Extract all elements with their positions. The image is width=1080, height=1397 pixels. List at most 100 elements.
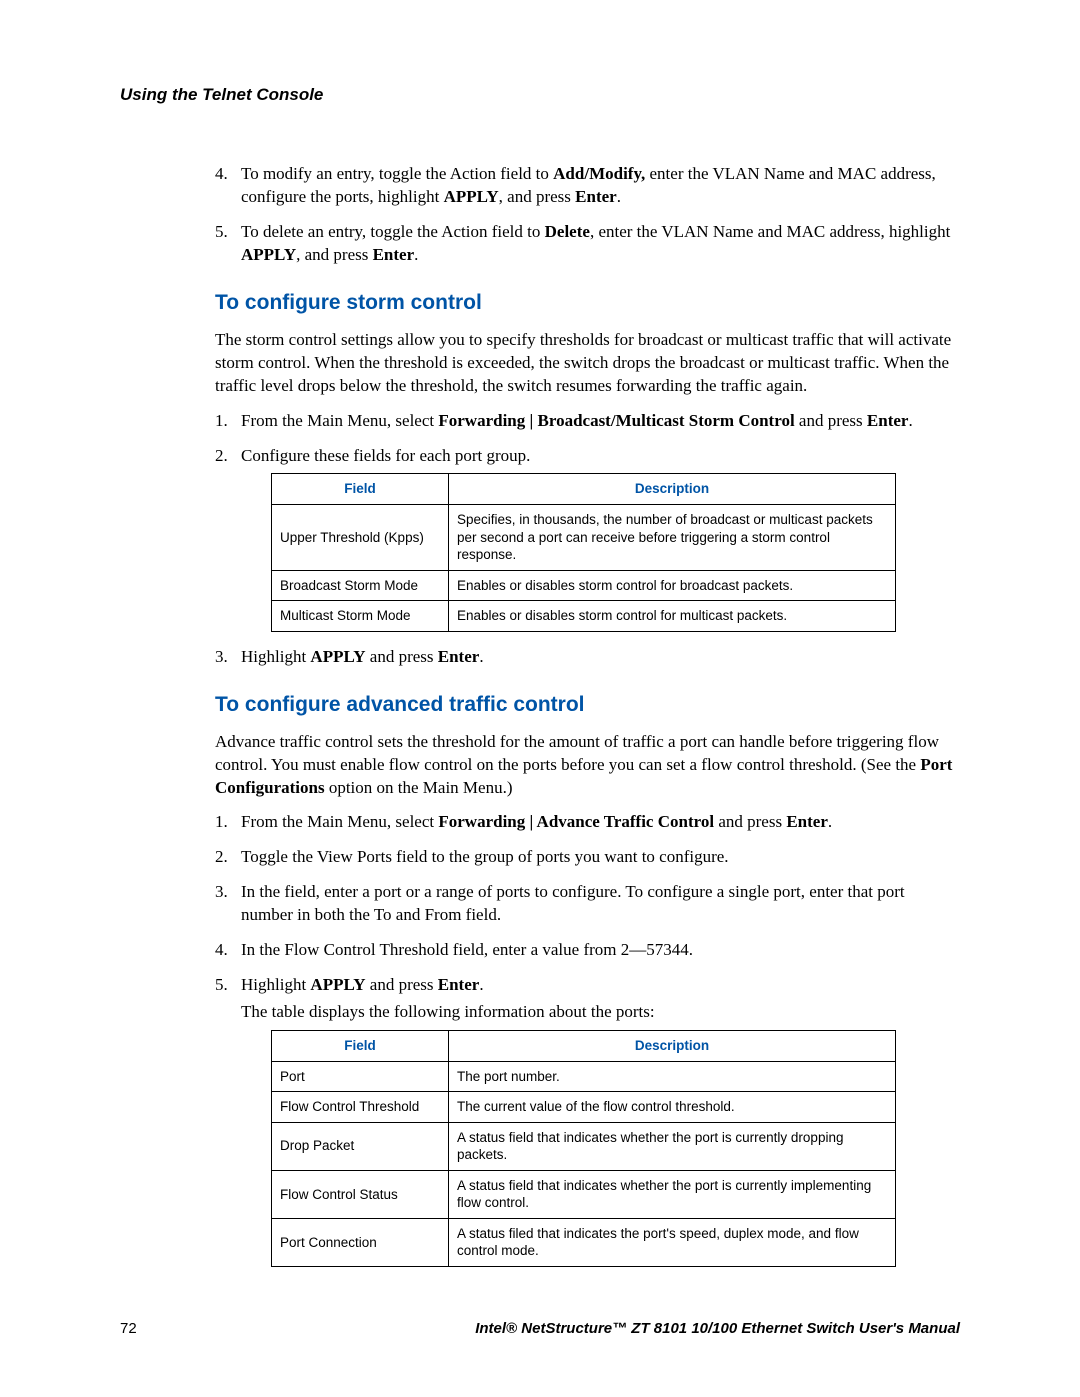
bold: Forwarding | Broadcast/Multicast Storm C… [438, 411, 794, 430]
list-marker: 3. [215, 646, 228, 669]
list-marker: 1. [215, 410, 228, 433]
adv-fields-table: Field Description Port The port number. … [271, 1030, 896, 1267]
page-number: 72 [120, 1320, 137, 1337]
text: and press [366, 647, 438, 666]
list-item: 5. To delete an entry, toggle the Action… [215, 221, 960, 267]
text: Toggle the View Ports field to the group… [241, 847, 729, 866]
list-item: 5. Highlight APPLY and press Enter. The … [215, 974, 960, 1267]
list-item: 4. In the Flow Control Threshold field, … [215, 939, 960, 962]
list-marker: 5. [215, 974, 228, 997]
text: . [479, 647, 483, 666]
table-row: Multicast Storm Mode Enables or disables… [272, 601, 896, 632]
text: and press [714, 812, 786, 831]
text: From the Main Menu, select [241, 812, 438, 831]
page-footer: 72 Intel® NetStructure™ ZT 8101 10/100 E… [120, 1320, 960, 1337]
text: . [479, 975, 483, 994]
list-item: 3. In the field, enter a port or a range… [215, 881, 960, 927]
list-marker: 4. [215, 163, 228, 186]
bold: Enter [867, 411, 909, 430]
list-marker: 1. [215, 811, 228, 834]
text: , and press [499, 187, 575, 206]
bold: Enter [575, 187, 617, 206]
bold: APPLY [310, 975, 365, 994]
table-header-row: Field Description [272, 1031, 896, 1062]
cell-field: Broadcast Storm Mode [272, 570, 449, 601]
heading-advanced-traffic: To configure advanced traffic control [215, 693, 960, 717]
bold: APPLY [444, 187, 499, 206]
table-row: Upper Threshold (Kpps) Specifies, in tho… [272, 504, 896, 570]
bold: Enter [438, 975, 480, 994]
table-row: Drop Packet A status field that indicate… [272, 1122, 896, 1170]
cell-desc: Enables or disables storm control for mu… [449, 601, 896, 632]
list-item: 1. From the Main Menu, select Forwarding… [215, 811, 960, 834]
step-note: The table displays the following informa… [241, 1001, 960, 1024]
heading-storm-control: To configure storm control [215, 291, 960, 315]
list-marker: 2. [215, 445, 228, 468]
list-item: 1. From the Main Menu, select Forwarding… [215, 410, 960, 433]
cell-field: Port Connection [272, 1218, 449, 1266]
cell-desc: A status field that indicates whether th… [449, 1170, 896, 1218]
bold: Add/Modify, [553, 164, 645, 183]
list-item: 2. Toggle the View Ports field to the gr… [215, 846, 960, 869]
bold: Delete [545, 222, 590, 241]
text: and press [795, 411, 867, 430]
text: Highlight [241, 975, 310, 994]
text: To delete an entry, toggle the Action fi… [241, 222, 545, 241]
paragraph: Advance traffic control sets the thresho… [215, 731, 960, 800]
storm-steps: 1. From the Main Menu, select Forwarding… [215, 410, 960, 669]
text: , and press [296, 245, 372, 264]
cell-desc: Specifies, in thousands, the number of b… [449, 504, 896, 570]
list-item: 4. To modify an entry, toggle the Action… [215, 163, 960, 209]
cell-desc: A status field that indicates whether th… [449, 1122, 896, 1170]
text: From the Main Menu, select [241, 411, 438, 430]
list-marker: 5. [215, 221, 228, 244]
text: In the field, enter a port or a range of… [241, 882, 905, 924]
storm-fields-table: Field Description Upper Threshold (Kpps)… [271, 473, 896, 631]
running-head: Using the Telnet Console [120, 85, 960, 105]
cell-desc: The port number. [449, 1061, 896, 1092]
text: . [908, 411, 912, 430]
table-row: Flow Control Threshold The current value… [272, 1092, 896, 1123]
cell-desc: Enables or disables storm control for br… [449, 570, 896, 601]
cell-field: Drop Packet [272, 1122, 449, 1170]
col-header-description: Description [449, 474, 896, 505]
list-marker: 4. [215, 939, 228, 962]
page: Using the Telnet Console 4. To modify an… [0, 0, 1080, 1397]
table-row: Port Connection A status filed that indi… [272, 1218, 896, 1266]
list-item: 2. Configure these fields for each port … [215, 445, 960, 632]
text: option on the Main Menu.) [325, 778, 513, 797]
bold: Enter [373, 245, 415, 264]
text: To modify an entry, toggle the Action fi… [241, 164, 553, 183]
footer-title: Intel® NetStructure™ ZT 8101 10/100 Ethe… [475, 1320, 960, 1337]
cell-field: Multicast Storm Mode [272, 601, 449, 632]
col-header-field: Field [272, 474, 449, 505]
bold: Enter [438, 647, 480, 666]
paragraph: The storm control settings allow you to … [215, 329, 960, 398]
col-header-description: Description [449, 1031, 896, 1062]
bold: Enter [786, 812, 828, 831]
cell-field: Flow Control Status [272, 1170, 449, 1218]
text: Highlight [241, 647, 310, 666]
bold: APPLY [310, 647, 365, 666]
table-row: Broadcast Storm Mode Enables or disables… [272, 570, 896, 601]
text: , enter the VLAN Name and MAC address, h… [590, 222, 950, 241]
bold: APPLY [241, 245, 296, 264]
cell-desc: A status filed that indicates the port's… [449, 1218, 896, 1266]
adv-steps: 1. From the Main Menu, select Forwarding… [215, 811, 960, 1266]
text: . [414, 245, 418, 264]
list-marker: 2. [215, 846, 228, 869]
cell-field: Upper Threshold (Kpps) [272, 504, 449, 570]
text: . [617, 187, 621, 206]
text: In the Flow Control Threshold field, ent… [241, 940, 693, 959]
body-column: 4. To modify an entry, toggle the Action… [215, 163, 960, 1267]
text: Configure these fields for each port gro… [241, 446, 530, 465]
list-item: 3. Highlight APPLY and press Enter. [215, 646, 960, 669]
text: . [828, 812, 832, 831]
table-row: Flow Control Status A status field that … [272, 1170, 896, 1218]
intro-list: 4. To modify an entry, toggle the Action… [215, 163, 960, 267]
list-marker: 3. [215, 881, 228, 904]
table-row: Port The port number. [272, 1061, 896, 1092]
cell-field: Flow Control Threshold [272, 1092, 449, 1123]
cell-desc: The current value of the flow control th… [449, 1092, 896, 1123]
bold: Forwarding | Advance Traffic Control [438, 812, 714, 831]
